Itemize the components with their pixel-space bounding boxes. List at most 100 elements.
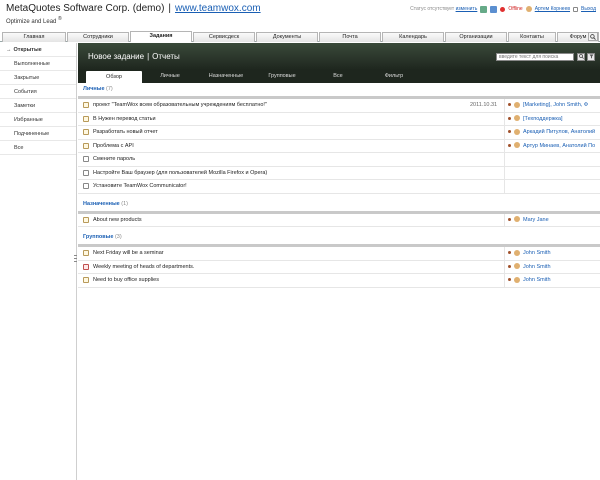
tagline: Optimize and Lead ® — [6, 16, 62, 25]
status-change-link[interactable]: изменить — [456, 6, 478, 12]
task-title[interactable]: Смените пароль — [93, 153, 135, 166]
task-row[interactable]: Weekly meeting of heads of departments. … — [78, 260, 600, 274]
task-row[interactable]: Проблема с API Артур Минаев, Анатолий По — [78, 139, 600, 153]
task-checkbox-icon[interactable] — [83, 142, 89, 149]
nav-tab-contacts[interactable]: Контакты — [508, 32, 556, 42]
task-title[interactable]: В Нужен перевод статьи — [93, 113, 156, 126]
task-title[interactable]: Разработать новый отчет — [93, 126, 158, 139]
task-checkbox-icon[interactable] — [83, 183, 89, 189]
task-assignee[interactable]: [Marketing], John Smith, Ф — [508, 99, 600, 112]
priority-dot-icon — [508, 103, 511, 107]
subtab-filter[interactable]: Фильтр — [366, 70, 422, 82]
sidebar-item-closed[interactable]: Закрытые — [0, 71, 76, 85]
task-title[interactable]: Next Friday will be a seminar — [93, 247, 164, 260]
task-subtabs: Обзор Личные Назначенные Групповые Все Ф… — [78, 70, 600, 83]
task-assignee[interactable]: John Smith — [508, 261, 600, 274]
offline-label[interactable]: Offline — [508, 6, 522, 12]
task-row[interactable]: Разработать новый отчет Аркадий Питулов,… — [78, 126, 600, 140]
nav-tab-calendar[interactable]: Календарь — [382, 32, 444, 42]
nav-tab-mail[interactable]: Почта — [319, 32, 381, 42]
priority-dot-icon — [508, 217, 511, 221]
task-assignee[interactable]: Артур Минаев, Анатолий По — [508, 140, 600, 153]
assignee-text: Артур Минаев, Анатолий По — [523, 142, 596, 149]
task-assignee[interactable]: John Smith — [508, 247, 600, 260]
task-checkbox-icon[interactable] — [83, 250, 89, 256]
task-checkbox-icon[interactable] — [83, 129, 89, 135]
assignee-text: [Marketing], John Smith, Ф — [523, 102, 589, 108]
task-checkbox-icon[interactable] — [83, 277, 89, 283]
assignee-text: John Smith — [523, 250, 551, 256]
site-link[interactable]: www.teamwox.com — [175, 3, 261, 14]
group-count: (7) — [106, 86, 113, 92]
subtab-assigned[interactable]: Назначенные — [198, 70, 254, 82]
nav-tab-documents[interactable]: Документы — [256, 32, 318, 42]
user-avatar-icon — [514, 142, 520, 149]
sidebar-item-notes[interactable]: Заметки — [0, 99, 76, 113]
task-checkbox-icon[interactable] — [83, 216, 89, 223]
task-title[interactable]: проект "TeamWox всем образовательным учр… — [93, 99, 267, 112]
subtab-overview[interactable]: Обзор — [86, 71, 142, 83]
task-title[interactable]: Weekly meeting of heads of departments. — [93, 261, 194, 274]
task-row[interactable]: В Нужен перевод статьи [Техподдержка] — [78, 112, 600, 126]
task-row[interactable]: Next Friday will be a seminar John Smith — [78, 247, 600, 261]
task-assignee[interactable]: John Smith — [508, 274, 600, 287]
task-row[interactable]: Установите TeamWox Communicator! — [78, 180, 600, 194]
subtab-group[interactable]: Групповые — [254, 70, 310, 82]
sidebar: → Открытые Выполненные Закрытые События З… — [0, 43, 77, 480]
task-checkbox-icon[interactable] — [83, 169, 89, 176]
task-checkbox-icon[interactable] — [83, 102, 89, 108]
user-name-link[interactable]: Артем Корнеев — [535, 6, 570, 12]
reports-link[interactable]: Отчеты — [152, 52, 180, 61]
task-title[interactable]: Настройте Ваш браузер (для пользователей… — [93, 167, 267, 180]
nav-search-icon[interactable] — [588, 32, 598, 41]
task-title[interactable]: Need to buy office supplies — [93, 274, 159, 287]
task-row[interactable]: проект "TeamWox всем образовательным учр… — [78, 99, 600, 113]
task-title[interactable]: Установите TeamWox Communicator! — [93, 180, 187, 193]
task-row[interactable]: Need to buy office supplies John Smith — [78, 274, 600, 288]
group-header-personal[interactable]: Личные (7) — [78, 83, 600, 96]
home-icon[interactable] — [490, 5, 498, 13]
task-row[interactable]: Настройте Ваш браузер (для пользователей… — [78, 166, 600, 180]
priority-dot-icon — [508, 278, 511, 282]
notes-icon[interactable] — [480, 5, 488, 13]
sidebar-item-all[interactable]: Все — [0, 141, 76, 155]
group-avatar-icon — [514, 101, 520, 108]
new-task-link[interactable]: Новое задание — [88, 52, 144, 61]
sidebar-item-completed[interactable]: Выполненные — [0, 57, 76, 71]
group-header-assigned[interactable]: Назначенные (1) — [78, 198, 600, 211]
user-avatar-icon — [514, 216, 520, 223]
nav-tab-tasks[interactable]: Задания — [130, 31, 192, 42]
sidebar-item-favorites[interactable]: Избранные — [0, 113, 76, 127]
task-title[interactable]: About new products — [93, 214, 142, 227]
task-assignee[interactable]: [Техподдержка] — [508, 113, 600, 126]
priority-dot-icon — [508, 130, 511, 134]
user-avatar-icon — [514, 276, 520, 283]
nav-tab-servicedesk[interactable]: Сервисдеск — [193, 32, 255, 42]
task-checkbox-icon[interactable] — [83, 156, 89, 162]
sidebar-item-subordinates[interactable]: Подчиненные — [0, 127, 76, 141]
subtab-personal[interactable]: Личные — [142, 70, 198, 82]
sidebar-item-events[interactable]: События — [0, 85, 76, 99]
task-assignee[interactable]: Mary Jane — [508, 214, 600, 227]
task-checkbox-icon[interactable] — [83, 115, 89, 122]
tagline-text: Optimize and Lead — [6, 19, 57, 25]
task-assignee[interactable]: Аркадий Питулов, Анатолий — [508, 126, 600, 139]
priority-dot-icon — [508, 143, 511, 147]
nav-tab-employees[interactable]: Сотрудники — [67, 32, 129, 42]
filter-button[interactable] — [587, 53, 595, 61]
subtab-all[interactable]: Все — [310, 70, 366, 82]
task-search-input[interactable] — [496, 53, 574, 61]
logout-link[interactable]: Выход — [581, 6, 596, 12]
task-row[interactable]: Смените пароль — [78, 153, 600, 167]
assignee-text: [Техподдержка] — [523, 115, 563, 122]
task-row[interactable]: About new products Mary Jane — [78, 213, 600, 227]
nav-tab-organizations[interactable]: Организации — [445, 32, 507, 42]
user-avatar-icon — [514, 128, 520, 135]
task-checkbox-icon[interactable] — [83, 263, 89, 270]
nav-tab-home[interactable]: Главная — [2, 32, 66, 42]
task-title[interactable]: Проблема с API — [93, 140, 134, 153]
group-header-group[interactable]: Групповые (3) — [78, 231, 600, 244]
search-button[interactable] — [577, 53, 585, 61]
active-arrow-icon: → — [6, 47, 12, 53]
sidebar-item-open[interactable]: → Открытые — [0, 43, 76, 57]
